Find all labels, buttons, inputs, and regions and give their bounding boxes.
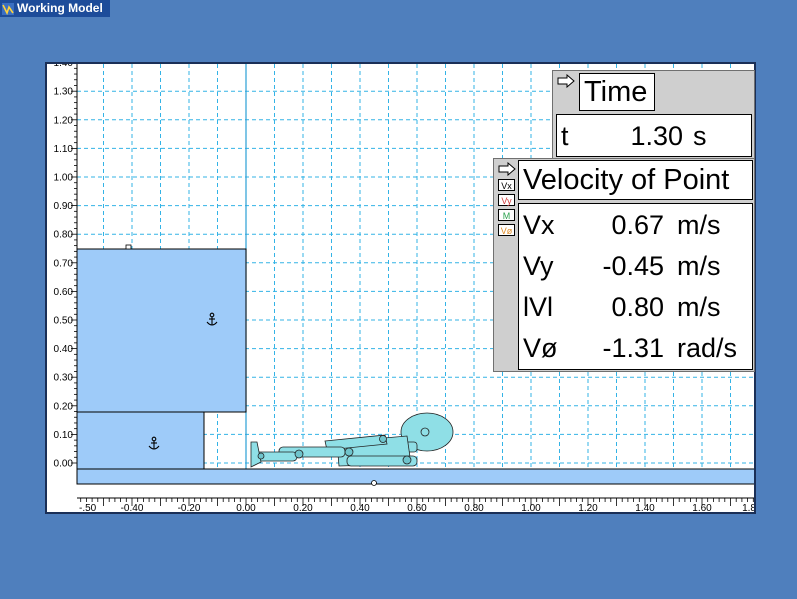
meter-title: Velocity of Point <box>518 160 753 200</box>
meter-row-vx: Vx 0.67 m/s <box>523 205 748 245</box>
meter-row-vrot: Vø -1.31 rad/s <box>523 328 748 368</box>
x-tick-label: -.50 <box>79 503 97 514</box>
x-tick-label: 0.40 <box>350 503 370 514</box>
x-tick-label: 1.40 <box>635 503 655 514</box>
app-icon <box>2 2 14 15</box>
x-tick-label: 1.00 <box>521 503 541 514</box>
x-tick-label: -0.20 <box>178 503 201 514</box>
y-tick-label: 1.40 <box>54 64 74 69</box>
meter-symbol: t <box>561 121 569 151</box>
meter-unit: m/s <box>677 292 721 322</box>
dummy-joint <box>257 452 265 460</box>
toggle-vx[interactable]: Vx <box>498 179 515 191</box>
y-tick-label: 1.00 <box>54 173 74 184</box>
meter-row-magnitude: lVl 0.80 m/s <box>523 287 748 327</box>
y-tick-label: 0.20 <box>54 401 74 412</box>
y-tick-label: 1.20 <box>54 115 74 126</box>
time-meter[interactable]: Time t 1.30 s <box>552 70 755 161</box>
meter-value: -0.45 <box>602 251 664 281</box>
y-tick-label: 0.30 <box>54 373 74 384</box>
small-block-body[interactable] <box>76 411 205 470</box>
y-tick-label: 0.40 <box>54 344 74 355</box>
x-tick-label: -0.40 <box>121 503 144 514</box>
y-tick-label: 1.30 <box>54 87 74 98</box>
window-title: Working Model <box>17 1 103 15</box>
meter-value: -1.31 <box>602 333 664 363</box>
y-tick-label: 0.80 <box>54 230 74 241</box>
meter-unit: m/s <box>677 210 721 240</box>
meter-value: 0.80 <box>611 292 664 322</box>
x-tick-label: 0.00 <box>236 503 256 514</box>
point-marker[interactable] <box>125 244 132 250</box>
meter-value: 0.67 <box>611 210 664 240</box>
meter-symbol: Vx <box>523 210 555 240</box>
toggle-magnitude[interactable]: M <box>498 209 515 221</box>
dummy-joint <box>379 435 387 443</box>
arrow-right-icon[interactable] <box>498 162 516 176</box>
x-tick-label: 1.60 <box>692 503 712 514</box>
crash-dummy[interactable] <box>250 412 454 468</box>
velocity-meter[interactable]: Vx Vy M Vø Velocity of Point Vx 0.67 m/s… <box>493 158 755 372</box>
meter-value-box: t 1.30 s <box>556 114 752 157</box>
large-block-body[interactable] <box>76 248 247 413</box>
y-tick-label: 0.00 <box>54 459 74 470</box>
x-tick-label: 1.8 <box>742 503 756 514</box>
meter-unit: rad/s <box>677 333 738 363</box>
arrow-right-icon[interactable] <box>557 74 575 88</box>
meter-unit: s <box>693 121 707 151</box>
dummy-joint <box>344 447 354 457</box>
meter-unit: m/s <box>677 251 721 281</box>
meter-value-box: Vx 0.67 m/s Vy -0.45 m/s lVl 0.80 m/s Vø… <box>518 203 753 370</box>
meter-title: Time <box>579 73 655 111</box>
meter-symbol: lVl <box>523 292 554 322</box>
x-tick-label: 0.80 <box>464 503 484 514</box>
dummy-joint <box>402 455 412 465</box>
toggle-vy[interactable]: Vy <box>498 194 515 206</box>
meter-row-vy: Vy -0.45 m/s <box>523 246 748 286</box>
point-marker[interactable] <box>371 480 377 486</box>
x-tick-label: 1.20 <box>578 503 598 514</box>
y-tick-label: 0.70 <box>54 258 74 269</box>
toggle-vrot[interactable]: Vø <box>498 224 515 236</box>
ground-body[interactable] <box>76 468 756 485</box>
x-tick-label: 0.20 <box>293 503 313 514</box>
meter-symbol: Vy <box>523 251 554 281</box>
y-tick-label: 0.10 <box>54 430 74 441</box>
y-tick-label: 0.50 <box>54 316 74 327</box>
y-tick-label: 0.60 <box>54 287 74 298</box>
y-tick-label: 1.10 <box>54 144 74 155</box>
meter-value: 1.30 <box>630 121 683 151</box>
y-tick-label: 0.90 <box>54 201 74 212</box>
meter-symbol: Vø <box>523 333 558 363</box>
x-tick-label: 0.60 <box>407 503 427 514</box>
dummy-joint <box>294 449 304 459</box>
window-titlebar[interactable]: Working Model <box>0 0 110 17</box>
